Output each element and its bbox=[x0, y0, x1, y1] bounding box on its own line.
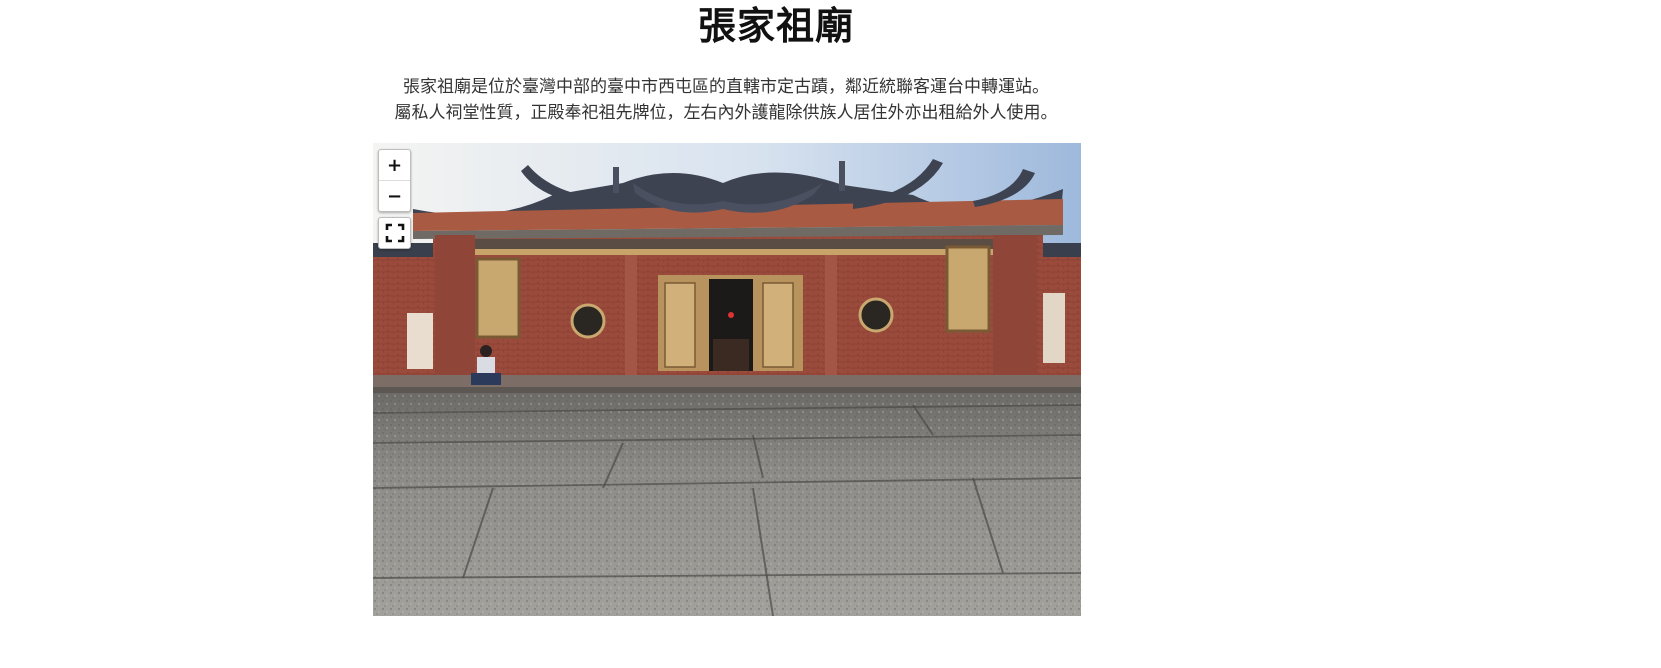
panorama-viewer[interactable]: + − bbox=[373, 143, 1081, 616]
zoom-out-button[interactable]: − bbox=[379, 180, 410, 211]
zoom-controls: + − bbox=[378, 149, 411, 212]
description-line-1: 張家祖廟是位於臺灣中部的臺中市西屯區的直轄市定古蹟，鄰近統聯客運台中轉運站。 bbox=[403, 77, 1049, 97]
page-title: 張家祖廟 bbox=[697, 4, 854, 48]
fullscreen-icon bbox=[385, 223, 404, 243]
description: 張家祖廟是位於臺灣中部的臺中市西屯區的直轄市定古蹟，鄰近統聯客運台中轉運站。 屬… bbox=[0, 74, 1452, 126]
page: 張家祖廟 張家祖廟是位於臺灣中部的臺中市西屯區的直轄市定古蹟，鄰近統聯客運台中轉… bbox=[0, 0, 1661, 668]
fullscreen-button[interactable] bbox=[378, 217, 411, 249]
description-line-2: 屬私人祠堂性質，正殿奉祀祖先牌位，左右內外護龍除供族人居住外亦出租給外人使用。 bbox=[394, 103, 1058, 123]
panorama-image[interactable] bbox=[373, 143, 1081, 616]
zoom-in-button[interactable]: + bbox=[379, 150, 410, 180]
